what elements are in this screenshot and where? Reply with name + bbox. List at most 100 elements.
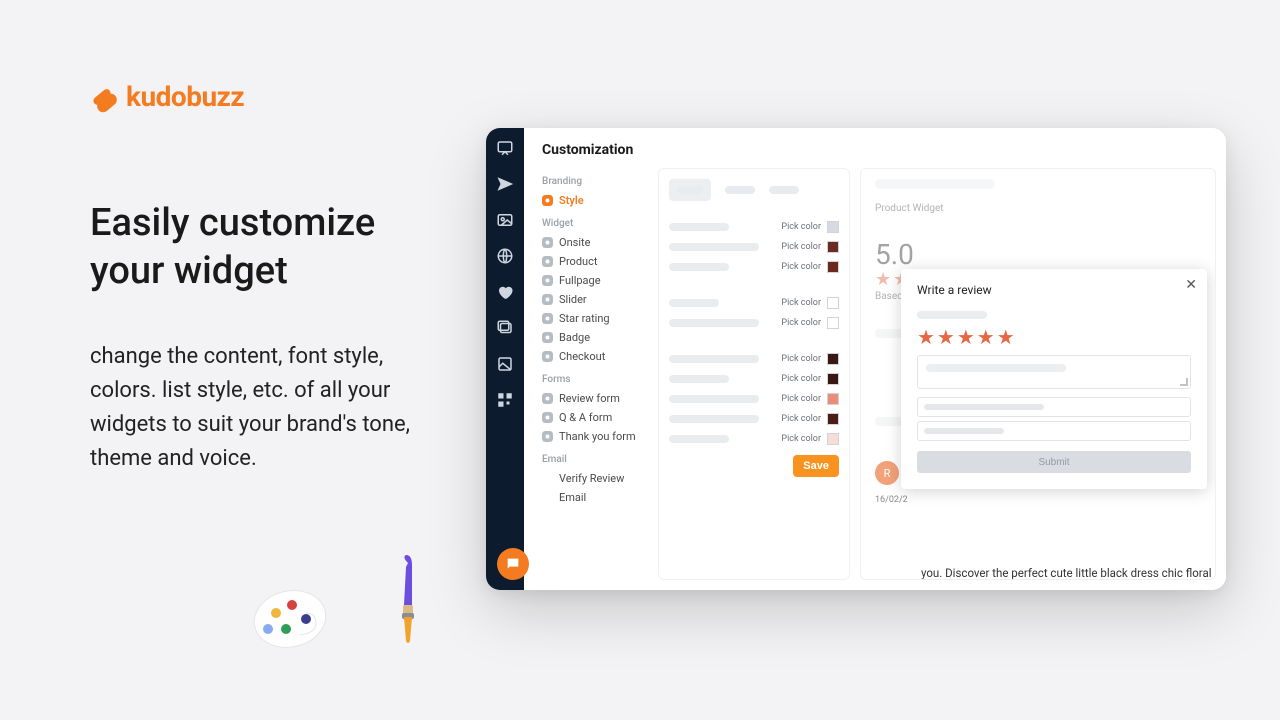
color-row: Pick color (669, 217, 839, 237)
nav-item-label: Verify Review (559, 472, 624, 485)
nav-item-label: Review form (559, 392, 620, 405)
heart-icon[interactable] (495, 282, 515, 302)
color-picker[interactable]: Pick color (781, 241, 839, 253)
nav-item-label: Onsite (559, 236, 590, 249)
color-swatch[interactable] (827, 221, 839, 233)
gear-icon (542, 431, 553, 442)
color-swatch[interactable] (827, 317, 839, 329)
modal-title: Write a review (917, 283, 1191, 297)
image-icon[interactable] (495, 210, 515, 230)
color-picker[interactable]: Pick color (781, 221, 839, 233)
color-picker[interactable]: Pick color (781, 433, 839, 445)
nav-item[interactable]: Email (540, 488, 648, 507)
style-panel: Pick color Pick color Pick color Pick color… (658, 168, 850, 580)
pick-color-label: Pick color (781, 298, 821, 308)
nav-item[interactable]: Review form (540, 389, 648, 408)
nav-item[interactable]: Star rating (540, 309, 648, 328)
skeleton-bar (669, 415, 759, 423)
app-sidebar (486, 128, 524, 590)
picture-icon[interactable] (495, 354, 515, 374)
save-button[interactable]: Save (793, 455, 839, 477)
color-row: Pick color (669, 349, 839, 369)
nav-item-label: Style (559, 194, 584, 207)
skeleton-bar (669, 355, 759, 363)
pick-color-label: Pick color (781, 394, 821, 404)
color-swatch[interactable] (827, 373, 839, 385)
tab-skeleton[interactable] (725, 186, 755, 194)
color-picker[interactable]: Pick color (781, 393, 839, 405)
color-picker[interactable]: Pick color (781, 297, 839, 309)
color-swatch[interactable] (827, 241, 839, 253)
pick-color-label: Pick color (781, 414, 821, 424)
review-input[interactable] (917, 421, 1191, 441)
nav-section-title: Branding (540, 168, 648, 191)
color-picker[interactable]: Pick color (781, 317, 839, 329)
paintbrush-icon (390, 555, 430, 645)
pick-color-label: Pick color (781, 262, 821, 272)
skeleton-bar (669, 375, 729, 383)
skeleton-bar (669, 263, 729, 271)
color-picker[interactable]: Pick color (781, 261, 839, 273)
nav-item-label: Star rating (559, 312, 610, 325)
nav-item-label: Slider (559, 293, 587, 306)
nav-item[interactable]: Thank you form (540, 427, 648, 446)
nav-item[interactable]: Checkout (540, 347, 648, 366)
pictures-icon[interactable] (495, 318, 515, 338)
nav-item-label: Badge (559, 331, 590, 344)
color-row: Pick color (669, 369, 839, 389)
gear-icon (542, 237, 553, 248)
skeleton-bar (669, 223, 729, 231)
tab-selected[interactable] (669, 179, 711, 201)
nav-item[interactable]: Onsite (540, 233, 648, 252)
pick-color-label: Pick color (781, 318, 821, 328)
pick-color-label: Pick color (781, 242, 821, 252)
nav-item[interactable]: Badge (540, 328, 648, 347)
review-textarea[interactable] (917, 355, 1191, 389)
nav-item[interactable]: Verify Review (540, 469, 648, 488)
tab-skeleton[interactable] (769, 186, 799, 194)
reviewer-avatar: R (875, 461, 899, 485)
rating-input[interactable]: ★★★★★ (917, 327, 1191, 347)
nav-item[interactable]: Q & A form (540, 408, 648, 427)
send-icon[interactable] (495, 174, 515, 194)
color-picker[interactable]: Pick color (781, 373, 839, 385)
skeleton-bar (669, 435, 729, 443)
nav-item-label: Fullpage (559, 274, 601, 287)
color-swatch[interactable] (827, 433, 839, 445)
message-square-icon[interactable] (495, 138, 515, 158)
gear-icon (542, 313, 553, 324)
gear-icon (542, 351, 553, 362)
nav-item-label: Thank you form (559, 430, 636, 443)
gear-icon (542, 195, 553, 206)
color-swatch[interactable] (827, 297, 839, 309)
gear-icon (542, 294, 553, 305)
globe-icon[interactable] (495, 246, 515, 266)
skeleton-bar (669, 299, 719, 307)
nav-item[interactable]: Product (540, 252, 648, 271)
color-row: Pick color (669, 429, 839, 449)
submit-button[interactable]: Submit (917, 451, 1191, 473)
close-icon[interactable]: ✕ (1185, 277, 1197, 293)
color-row: Pick color (669, 409, 839, 429)
palette-icon (250, 575, 340, 655)
nav-item[interactable]: Slider (540, 290, 648, 309)
nav-item[interactable]: Fullpage (540, 271, 648, 290)
review-input[interactable] (917, 397, 1191, 417)
color-swatch[interactable] (827, 393, 839, 405)
color-swatch[interactable] (827, 353, 839, 365)
pick-color-label: Pick color (781, 434, 821, 444)
skeleton-bar (875, 417, 903, 426)
skeleton-bar (917, 311, 987, 319)
grid-icon[interactable] (495, 390, 515, 410)
color-picker[interactable]: Pick color (781, 353, 839, 365)
skeleton-bar (669, 395, 759, 403)
pick-color-label: Pick color (781, 354, 821, 364)
color-swatch[interactable] (827, 261, 839, 273)
color-row: Pick color (669, 257, 839, 277)
page-title: Customization (524, 128, 1226, 168)
app-window: Customization BrandingStyleWidgetOnsiteP… (486, 128, 1226, 590)
color-swatch[interactable] (827, 413, 839, 425)
chat-fab[interactable] (497, 548, 529, 580)
nav-item[interactable]: Style (540, 191, 648, 210)
color-picker[interactable]: Pick color (781, 413, 839, 425)
